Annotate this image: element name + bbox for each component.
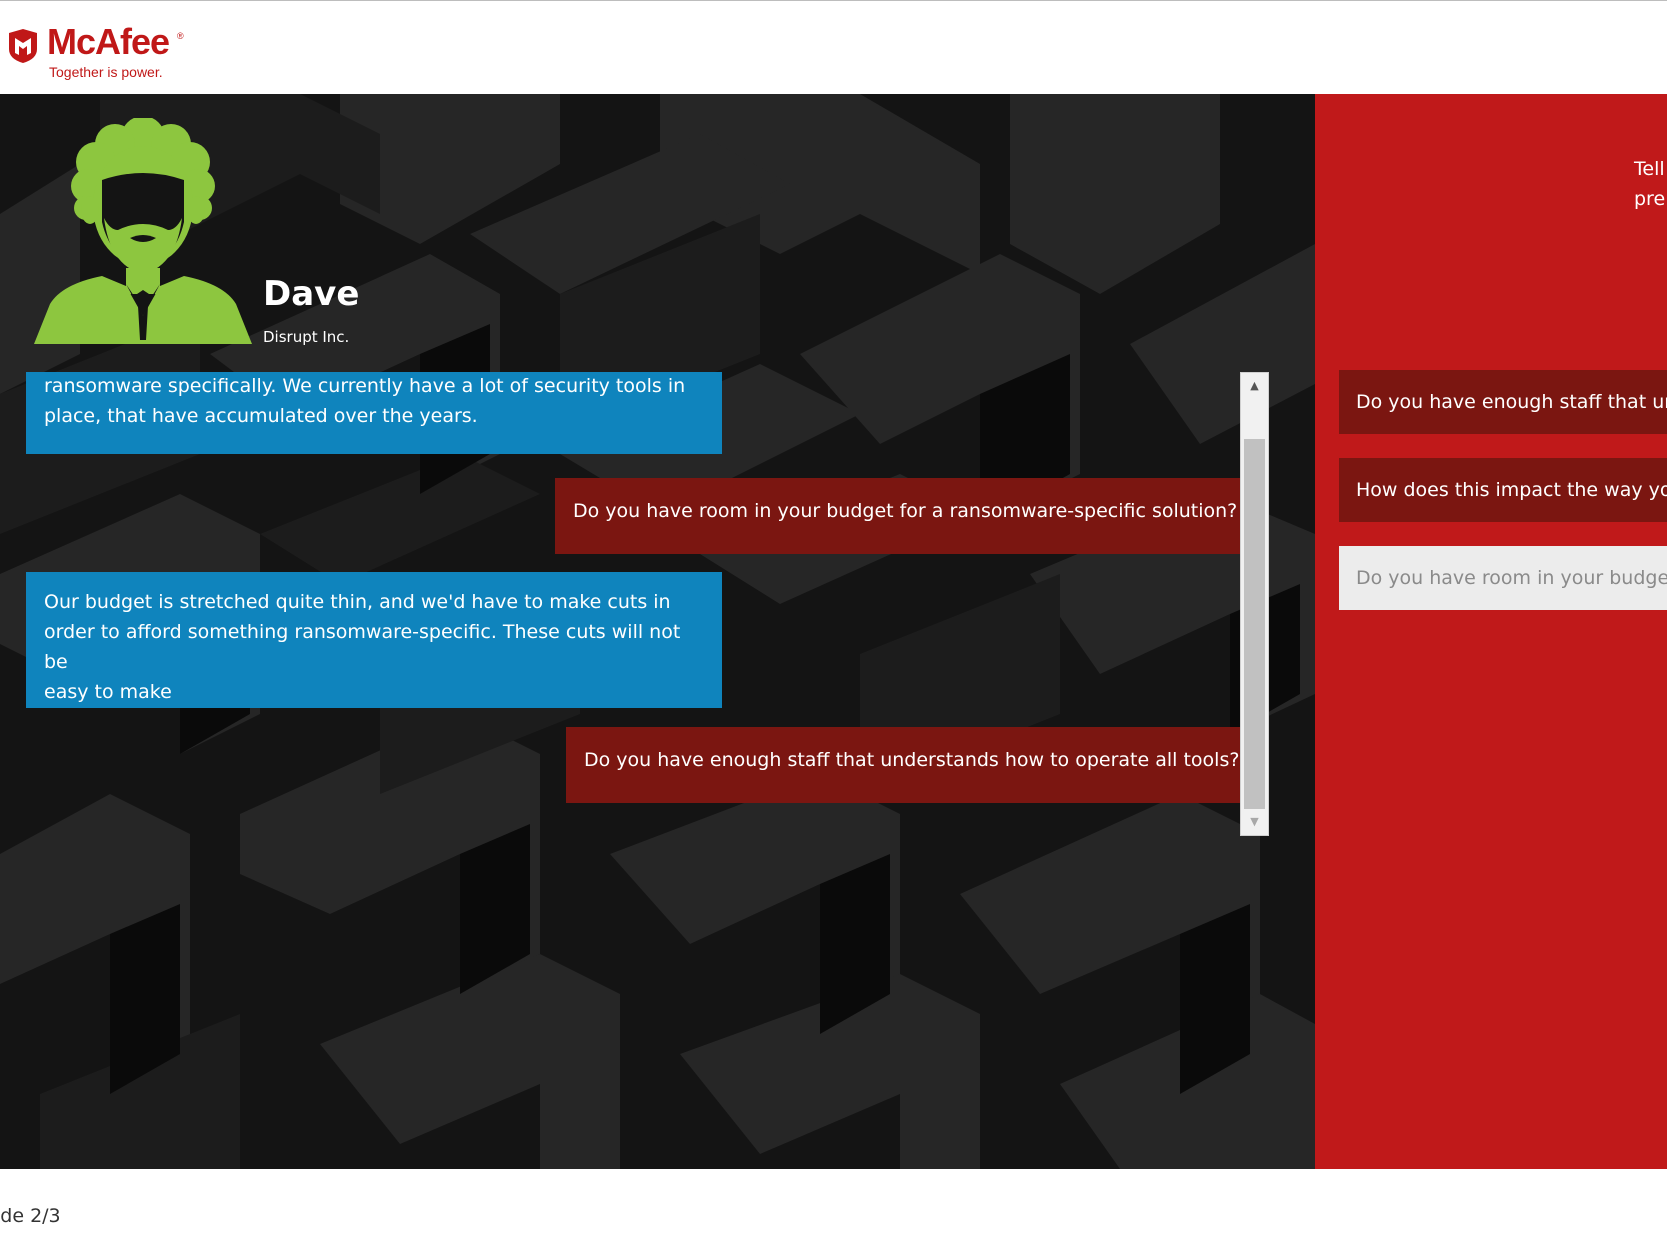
message-line: order to afford something ransomware-spe… [44, 621, 681, 673]
user-message: Do you have enough staff that understand… [566, 727, 1240, 803]
message-line: ransomware specifically. We currently ha… [44, 375, 686, 397]
response-option-staff[interactable]: Do you have enough staff that un [1339, 370, 1667, 434]
option-label: Do you have enough staff that un [1356, 391, 1667, 413]
scroll-up-arrow-icon[interactable]: ▲ [1241, 373, 1268, 399]
slide-counter: ide 2/3 [0, 1205, 61, 1227]
logo-trademark: ® [177, 31, 184, 41]
message-line: easy to make [44, 681, 172, 703]
header: McAfee ® Together is power. [0, 0, 1667, 95]
logo-tagline: Together is power. [49, 64, 163, 80]
scenario-stage: Dave Disrupt Inc. ransomware specificall… [0, 94, 1667, 1169]
prompt-line: Tell [1634, 158, 1665, 180]
chat-scrollbar[interactable]: ▲ ▼ [1240, 372, 1269, 836]
response-option-impact[interactable]: How does this impact the way you [1339, 458, 1667, 522]
message-line: Our budget is stretched quite thin, and … [44, 591, 671, 613]
response-option-budget: Do you have room in your budget [1339, 546, 1667, 610]
prompt-text: Tell pre [1634, 154, 1665, 214]
message-text: Do you have enough staff that understand… [584, 749, 1240, 771]
conversation-background: Dave Disrupt Inc. ransomware specificall… [0, 94, 1315, 1169]
character-company: Disrupt Inc. [263, 328, 350, 346]
option-label: Do you have room in your budget [1356, 567, 1667, 589]
bearded-man-avatar-icon [34, 118, 252, 344]
message-text: Do you have room in your budget for a ra… [573, 500, 1238, 522]
character-message: Our budget is stretched quite thin, and … [26, 572, 722, 708]
mcafee-shield-icon [9, 29, 37, 63]
message-line: place, that have accumulated over the ye… [44, 405, 478, 427]
response-panel [1315, 94, 1667, 1169]
character-message: ransomware specifically. We currently ha… [26, 372, 722, 454]
chat-log[interactable]: ransomware specifically. We currently ha… [26, 372, 1240, 836]
footer: ide 2/3 [0, 1181, 1667, 1251]
user-message: Do you have room in your budget for a ra… [555, 478, 1240, 554]
prompt-line: pre [1634, 188, 1666, 210]
scroll-down-arrow-icon[interactable]: ▼ [1241, 809, 1268, 835]
logo-wordmark: McAfee [47, 21, 170, 62]
scrollbar-thumb[interactable] [1244, 439, 1265, 809]
mcafee-logo: McAfee ® Together is power. [7, 21, 197, 87]
character-name: Dave [263, 274, 360, 314]
option-label: How does this impact the way you [1356, 479, 1667, 501]
